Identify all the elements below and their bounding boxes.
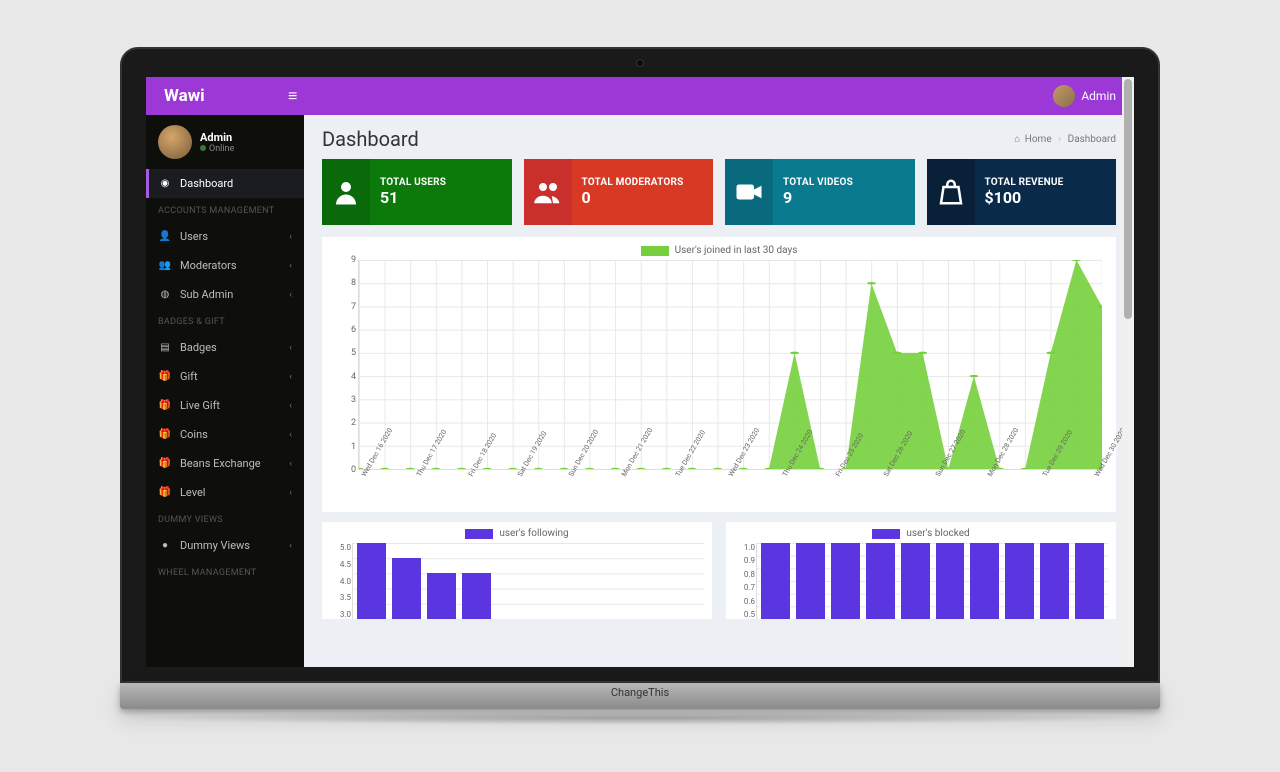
user-name: Admin [200,131,234,144]
sidebar-item-label: Users [180,230,208,243]
sidebar-item-label: Gift [180,370,198,383]
sidebar-item-dummy[interactable]: ● Dummy Views ‹ [146,531,304,560]
gift-icon: 🎁 [158,487,172,498]
sidebar-item-users[interactable]: 👤 Users ‹ [146,222,304,251]
globe-icon: ◍ [158,289,172,300]
breadcrumb-current: Dashboard [1068,134,1116,145]
bag-icon [936,177,966,207]
dashboard-icon: ◉ [158,178,172,189]
scrollbar[interactable] [1122,77,1134,667]
circle-icon: ● [158,540,172,551]
hamburger-icon[interactable]: ≡ [288,86,297,106]
sidebar-item-label: Dashboard [180,177,233,190]
stat-card-total-users[interactable]: TOTAL USERS51 [322,159,512,225]
breadcrumb-home[interactable]: Home [1025,134,1052,145]
users-icon [533,177,563,207]
sidebar-item-coins[interactable]: 🎁 Coins ‹ [146,420,304,449]
app-logo[interactable]: Wawi [164,86,284,106]
gift-icon: 🎁 [158,458,172,469]
breadcrumb: ⌂ Home › Dashboard [1014,134,1116,145]
sidebar-item-subadmin[interactable]: ◍ Sub Admin ‹ [146,280,304,309]
sidebar-item-label: Beans Exchange [180,457,261,470]
sidebar-item-moderators[interactable]: 👥 Moderators ‹ [146,251,304,280]
chevron-left-icon: ‹ [289,401,292,411]
legend-label: User's joined in last 30 days [675,245,798,256]
sidebar-item-label: Moderators [180,259,237,272]
sidebar-item-label: Coins [180,428,208,441]
stat-value: 0 [582,188,684,207]
users-joined-chart: 9876543210 Wed Dec 16 2020Thu Dec 17 202… [332,260,1106,508]
sidebar-item-label: Sub Admin [180,288,233,301]
page-title: Dashboard [322,127,419,151]
chevron-left-icon: ‹ [289,261,292,271]
user-icon [331,177,361,207]
stat-card-total-videos[interactable]: TOTAL VIDEOS9 [725,159,915,225]
home-icon: ⌂ [1014,134,1020,145]
sidebar-item-level[interactable]: 🎁 Level ‹ [146,478,304,507]
avatar[interactable] [1053,85,1075,107]
main-chart-panel: User's joined in last 30 days 9876543210… [322,237,1116,512]
chevron-left-icon: ‹ [289,343,292,353]
user-panel[interactable]: Admin Online [146,115,304,169]
legend-swatch [641,246,669,256]
following-chart-panel: user's following 5.04.54.03.53.0 [322,522,712,619]
chevron-left-icon: ‹ [289,290,292,300]
user-icon: 👤 [158,231,172,242]
users-icon: 👥 [158,260,172,271]
stat-value: $100 [985,188,1064,207]
stat-label: TOTAL MODERATORS [582,177,684,188]
laptop-mockup: Wawi ≡ Admin Admin Online ◉ Dashboard [120,47,1160,725]
user-status: Online [200,144,234,154]
video-icon [734,177,764,207]
stat-label: TOTAL REVENUE [985,177,1064,188]
sidebar-item-gift[interactable]: 🎁 Gift ‹ [146,362,304,391]
chevron-left-icon: ‹ [289,459,292,469]
topbar: Wawi ≡ Admin [146,77,1134,115]
sidebar-item-label: Live Gift [180,399,220,412]
sidebar-section-accounts: ACCOUNTS MANAGEMENT [146,198,304,222]
sidebar-item-label: Badges [180,341,217,354]
sidebar-item-badges[interactable]: ▤ Badges ‹ [146,333,304,362]
stat-value: 9 [783,188,853,207]
gift-icon: 🎁 [158,371,172,382]
stat-card-total-revenue[interactable]: TOTAL REVENUE$100 [927,159,1117,225]
gift-icon: 🎁 [158,429,172,440]
chevron-left-icon: ‹ [289,541,292,551]
chevron-left-icon: ‹ [289,488,292,498]
sidebar-section-badges: BADGES & GIFT [146,309,304,333]
sidebar-item-beans[interactable]: 🎁 Beans Exchange ‹ [146,449,304,478]
chevron-left-icon: ‹ [289,430,292,440]
stat-value: 51 [380,188,446,207]
stat-card-total-moderators[interactable]: TOTAL MODERATORS0 [524,159,714,225]
sidebar-item-label: Level [180,486,205,499]
legend-swatch [465,529,493,539]
book-icon: ▤ [158,342,172,353]
sidebar-section-dummy: Dummy Views [146,507,304,531]
gift-icon: 🎁 [158,400,172,411]
webcam [636,59,644,67]
chevron-left-icon: ‹ [289,372,292,382]
legend-label: user's following [499,528,568,539]
sidebar: Admin Online ◉ Dashboard ACCOUNTS MANAGEM… [146,115,304,667]
laptop-brand: ChangeThis [611,686,669,699]
legend-swatch [872,529,900,539]
stat-label: TOTAL USERS [380,177,446,188]
blocked-chart-panel: user's blocked 1.00.90.80.70.60.5 [726,522,1116,619]
sidebar-item-dashboard[interactable]: ◉ Dashboard [146,169,304,198]
sidebar-item-livegift[interactable]: 🎁 Live Gift ‹ [146,391,304,420]
chevron-left-icon: ‹ [289,232,292,242]
sidebar-item-label: Dummy Views [180,539,250,552]
top-user-name[interactable]: Admin [1081,89,1116,103]
sidebar-section-wheel: WHEEL MANAGEMENT [146,560,304,584]
main-content: Dashboard ⌂ Home › Dashboard TOTAL USERS… [304,115,1134,667]
avatar [158,125,192,159]
legend-label: user's blocked [906,528,969,539]
stat-label: TOTAL VIDEOS [783,177,853,188]
